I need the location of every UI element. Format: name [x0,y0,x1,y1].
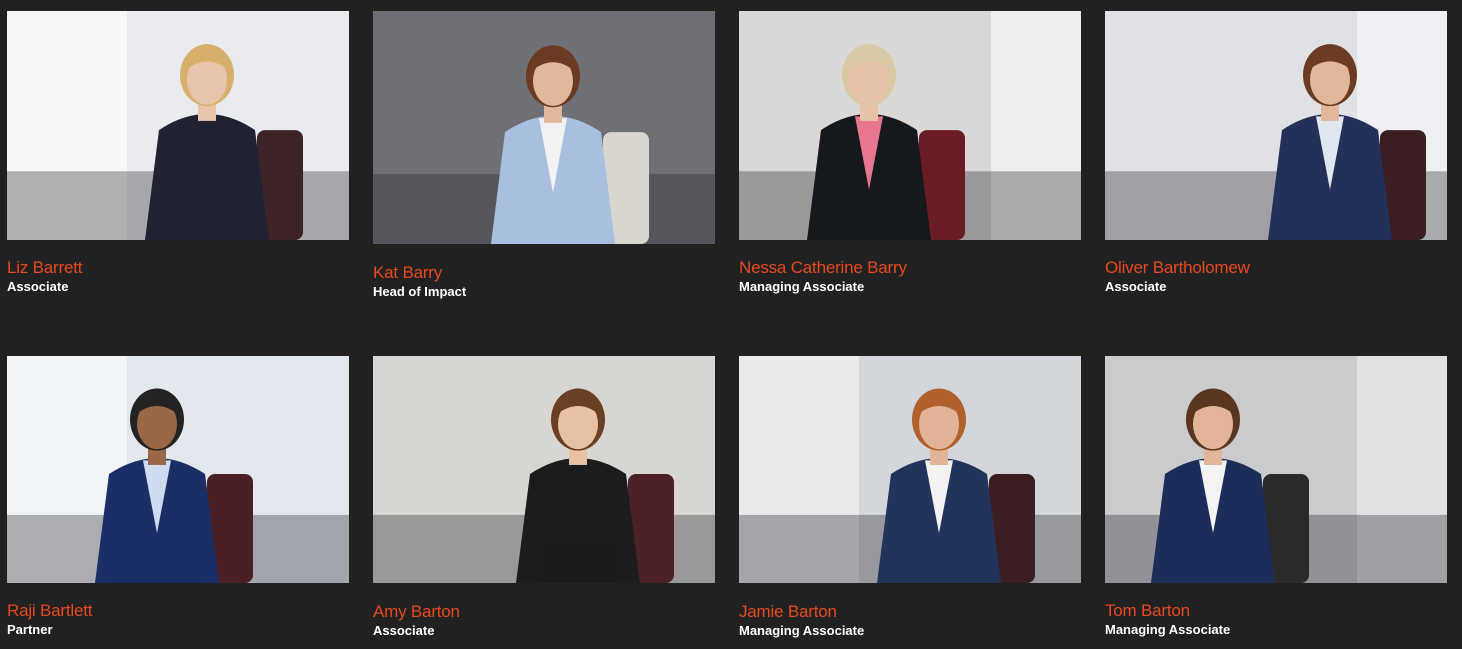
person-card[interactable]: Kat Barry Head of Impact [373,11,715,300]
person-photo[interactable] [739,356,1081,583]
portrait-image [373,356,715,583]
person-role: Managing Associate [1105,622,1231,637]
person-photo[interactable] [7,356,349,583]
person-card[interactable]: Amy Barton Associate [373,356,715,639]
person-name[interactable]: Oliver Bartholomew [1105,258,1447,278]
person-role: Managing Associate [739,279,865,294]
person-role: Associate [373,623,435,638]
person-card[interactable]: Liz Barrett Associate [7,11,349,295]
person-photo[interactable] [1105,11,1447,240]
person-name[interactable]: Nessa Catherine Barry [739,258,1081,278]
person-role: Associate [1105,279,1167,294]
person-card[interactable]: Raji Bartlett Partner [7,356,349,638]
person-role: Managing Associate [739,623,865,638]
portrait-image [373,11,715,244]
person-photo[interactable] [373,356,715,583]
person-name[interactable]: Amy Barton [373,602,715,622]
person-name[interactable]: Tom Barton [1105,601,1447,621]
person-card[interactable]: Jamie Barton Managing Associate [739,356,1081,639]
person-photo[interactable] [1105,356,1447,583]
person-role: Associate [7,279,69,294]
portrait-image [1105,356,1447,583]
portrait-image [7,356,349,583]
person-name[interactable]: Jamie Barton [739,602,1081,622]
person-role: Partner [7,622,53,637]
portrait-image [739,11,1081,240]
person-name[interactable]: Liz Barrett [7,258,349,278]
person-photo[interactable] [7,11,349,240]
person-name[interactable]: Kat Barry [373,263,715,283]
person-card[interactable]: Oliver Bartholomew Associate [1105,11,1447,295]
person-card[interactable]: Tom Barton Managing Associate [1105,356,1447,638]
people-grid: Liz Barrett Associate Kat Barry Head of … [0,0,1462,649]
person-photo[interactable] [373,11,715,244]
person-role: Head of Impact [373,284,467,299]
person-photo[interactable] [739,11,1081,240]
portrait-image [7,11,349,240]
person-card[interactable]: Nessa Catherine Barry Managing Associate [739,11,1081,295]
portrait-image [1105,11,1447,240]
person-name[interactable]: Raji Bartlett [7,601,349,621]
portrait-image [739,356,1081,583]
